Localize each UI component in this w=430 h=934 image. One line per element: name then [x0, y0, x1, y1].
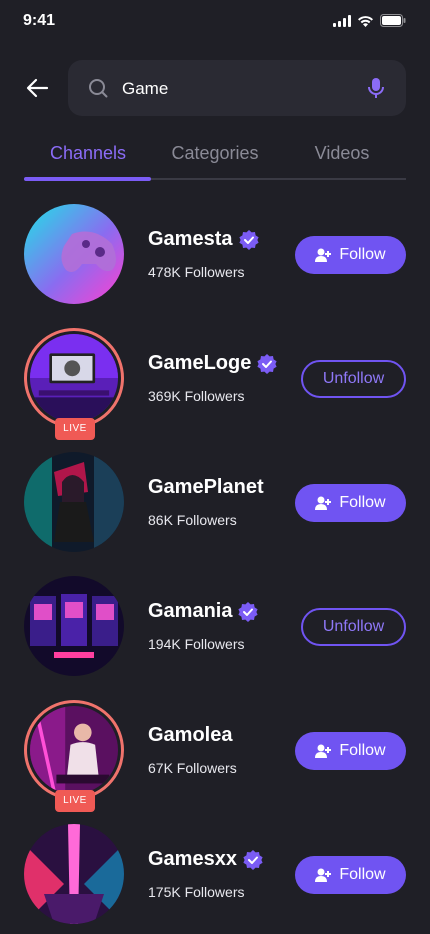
channel-name-row: Gamesta	[148, 228, 259, 251]
avatar-image-neon	[24, 824, 124, 924]
verified-icon	[257, 353, 277, 374]
unfollow-button[interactable]: Unfollow	[301, 360, 406, 398]
microphone-icon[interactable]	[368, 78, 384, 98]
add-user-icon	[315, 496, 332, 510]
status-bar: 9:41	[0, 0, 430, 44]
tab-videos[interactable]: Videos	[278, 138, 406, 168]
tab-bar: Channels Categories Videos	[24, 138, 406, 182]
follow-button-label: Follow	[339, 866, 386, 883]
channel-name-row: Gamania	[148, 600, 259, 623]
live-badge: LIVE	[55, 418, 95, 440]
channel-name-row: GamePlanet	[148, 476, 264, 499]
channel-name-row: Gamolea	[148, 724, 232, 747]
avatar[interactable]: LIVE	[24, 328, 124, 440]
unfollow-button[interactable]: Unfollow	[301, 608, 406, 646]
follower-count: 369K Followers	[148, 388, 245, 404]
verified-icon	[238, 229, 259, 250]
follower-count: 194K Followers	[148, 636, 245, 652]
channel-item[interactable]: LIVE GameLoge 369K Followers Unfollow	[0, 328, 430, 440]
channel-item[interactable]: Gamania 194K Followers Unfollow	[0, 576, 430, 686]
tab-channels[interactable]: Channels	[24, 138, 152, 168]
channel-item[interactable]: Gamesta 478K Followers Follow	[0, 204, 430, 314]
follower-count: 175K Followers	[148, 884, 245, 900]
status-time: 9:41	[23, 12, 56, 29]
add-user-icon	[315, 744, 332, 758]
avatar[interactable]	[24, 204, 124, 304]
battery-icon	[380, 14, 406, 27]
follow-button-label: Follow	[339, 246, 386, 263]
follow-button[interactable]: Follow	[295, 856, 406, 894]
tab-categories[interactable]: Categories	[151, 138, 279, 168]
follower-count: 86K Followers	[148, 512, 237, 528]
follower-count: 478K Followers	[148, 264, 245, 280]
verified-icon	[243, 849, 263, 870]
add-user-icon	[315, 248, 332, 262]
follow-button[interactable]: Follow	[295, 236, 406, 274]
avatar[interactable]: LIVE	[24, 700, 124, 812]
arrow-left-icon	[26, 78, 49, 98]
verified-icon	[238, 601, 259, 622]
channel-item[interactable]: GamePlanet 86K Followers Follow	[0, 452, 430, 562]
channel-name-row: GameLoge	[148, 352, 277, 375]
channel-name: Gamania	[148, 600, 233, 622]
channel-item[interactable]: Gamesxx 175K Followers Follow	[0, 824, 430, 934]
avatar[interactable]	[24, 824, 124, 924]
follower-count: 67K Followers	[148, 760, 237, 776]
follow-button[interactable]: Follow	[295, 732, 406, 770]
signal-icon	[333, 14, 351, 27]
wifi-icon	[358, 15, 373, 27]
avatar-image-gamer	[24, 452, 124, 552]
channel-name-row: Gamesxx	[148, 848, 263, 871]
search-bar	[68, 60, 406, 116]
unfollow-button-label: Unfollow	[322, 618, 385, 635]
follow-button-label: Follow	[339, 742, 386, 759]
unfollow-button-label: Unfollow	[322, 370, 385, 387]
follow-button[interactable]: Follow	[295, 484, 406, 522]
back-button[interactable]	[24, 76, 52, 100]
channel-name: GameLoge	[148, 352, 252, 374]
live-badge: LIVE	[55, 790, 95, 812]
avatar-image-streamer	[30, 706, 118, 794]
follow-button-label: Follow	[339, 494, 386, 511]
avatar-image-setup	[30, 334, 118, 422]
search-input[interactable]	[120, 76, 354, 102]
add-user-icon	[315, 868, 332, 882]
status-icons	[333, 14, 406, 27]
tab-active-indicator	[24, 177, 151, 181]
channel-name: Gamesxx	[148, 848, 237, 870]
avatar[interactable]	[24, 452, 124, 552]
avatar-image-arcade	[24, 576, 124, 676]
channel-name: GamePlanet	[148, 476, 264, 498]
channel-name: Gamesta	[148, 228, 233, 250]
avatar[interactable]	[24, 576, 124, 676]
channel-item[interactable]: LIVE Gamolea 67K Followers Follow	[0, 700, 430, 812]
channel-name: Gamolea	[148, 724, 233, 746]
search-icon	[89, 79, 108, 98]
avatar-image-gamepad	[24, 204, 124, 304]
